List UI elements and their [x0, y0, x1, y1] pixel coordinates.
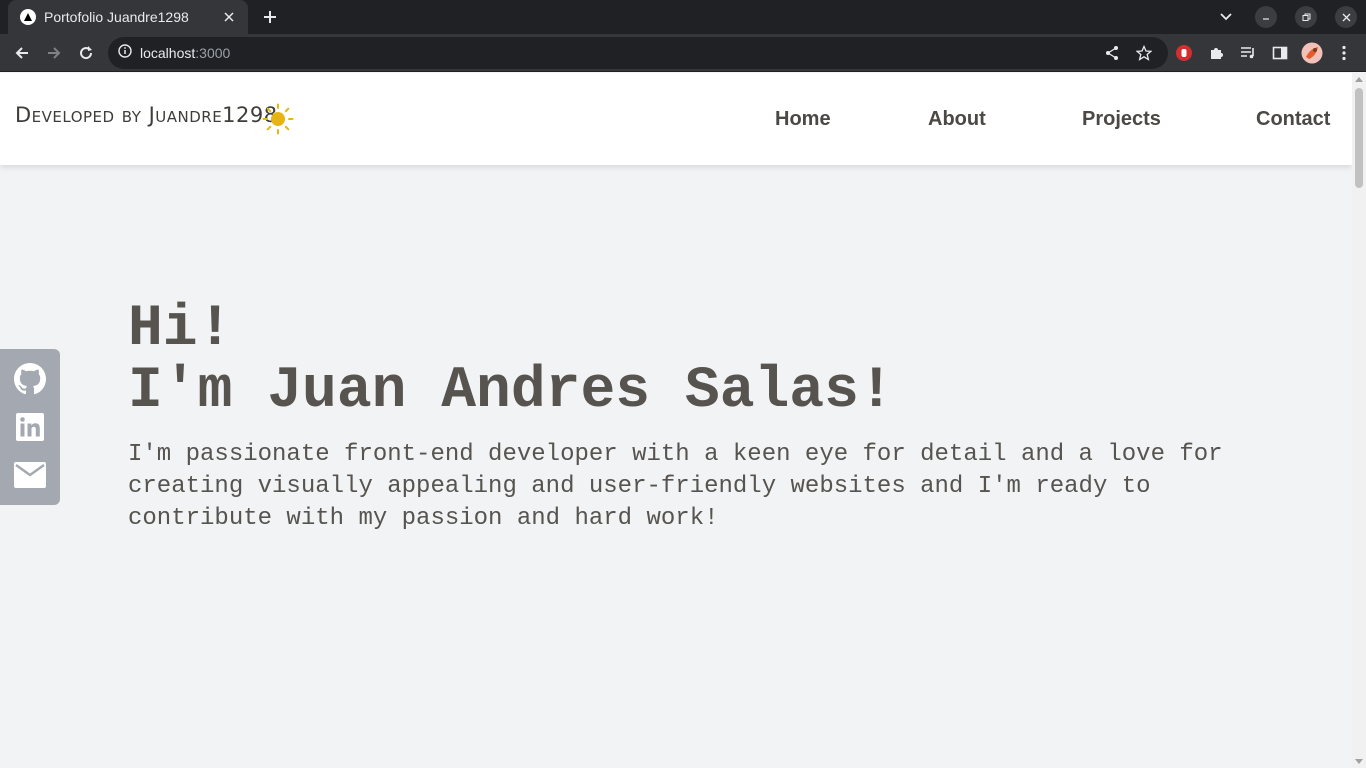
bookmark-star-icon[interactable]	[1130, 39, 1158, 67]
scroll-up-arrow-icon[interactable]	[1355, 77, 1363, 82]
side-panel-icon[interactable]	[1266, 39, 1294, 67]
hero-description: I'm passionate front-end developer with …	[128, 441, 1223, 532]
url-host: localhost	[140, 45, 196, 61]
social-sidebar	[0, 349, 60, 505]
address-bar[interactable]: localhost:3000	[108, 37, 1168, 69]
page-scrollbar[interactable]	[1352, 73, 1366, 768]
browser-tab-bar: Portofolio Juandre1298	[0, 0, 1366, 34]
tab-title: Portofolio Juandre1298	[44, 9, 189, 25]
window-controls	[1206, 0, 1366, 34]
site-info-icon[interactable]	[118, 43, 132, 63]
scroll-thumb[interactable]	[1355, 88, 1363, 188]
new-tab-icon[interactable]	[258, 5, 282, 29]
minimize-icon[interactable]	[1246, 0, 1286, 34]
site-navbar: Developed by Juandre1298 Home About Proj…	[0, 73, 1352, 165]
github-icon[interactable]	[14, 363, 46, 395]
share-icon[interactable]	[1098, 39, 1126, 67]
nav-link-home[interactable]: Home	[775, 108, 831, 131]
back-icon[interactable]	[8, 39, 36, 67]
linkedin-icon[interactable]	[14, 411, 46, 443]
url-port: :3000	[195, 45, 231, 61]
close-window-icon[interactable]	[1326, 0, 1366, 34]
nav-link-contact[interactable]: Contact	[1256, 108, 1330, 131]
restore-icon[interactable]	[1286, 0, 1326, 34]
extension-stop-icon[interactable]	[1170, 39, 1198, 67]
nav-link-about[interactable]: About	[928, 108, 986, 131]
profile-avatar-icon[interactable]	[1298, 39, 1326, 67]
hero-greeting: Hi!	[128, 297, 233, 362]
hero-name: I'm Juan Andres Salas!	[128, 359, 894, 424]
extensions-puzzle-icon[interactable]	[1202, 39, 1230, 67]
nav-link-projects[interactable]: Projects	[1082, 108, 1161, 131]
reload-icon[interactable]	[72, 39, 100, 67]
page-content: Developed by Juandre1298 Home About Proj…	[0, 73, 1352, 768]
scroll-down-arrow-icon[interactable]	[1355, 759, 1363, 764]
browser-tab[interactable]: Portofolio Juandre1298	[8, 0, 248, 34]
browser-toolbar: localhost:3000	[0, 34, 1366, 72]
sun-icon[interactable]	[262, 103, 294, 135]
tab-favicon-icon	[20, 9, 36, 25]
tab-search-icon[interactable]	[1206, 0, 1246, 34]
mail-icon[interactable]	[14, 459, 46, 491]
forward-icon[interactable]	[40, 39, 68, 67]
tab-close-icon[interactable]	[220, 8, 238, 26]
media-control-icon[interactable]	[1234, 39, 1262, 67]
menu-dots-icon[interactable]	[1330, 39, 1358, 67]
brand-title: Developed by Juandre1298	[15, 103, 278, 127]
